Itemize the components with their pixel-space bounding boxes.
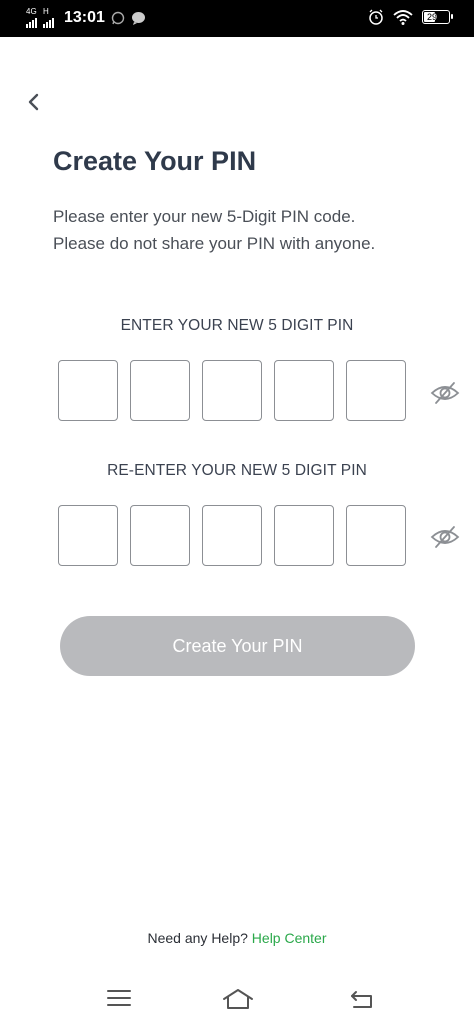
- alarm-icon: [369, 9, 383, 25]
- pin-digit-2[interactable]: [130, 360, 190, 421]
- confirm-digit-2[interactable]: [130, 505, 190, 566]
- help-prefix: Need any Help?: [147, 930, 248, 946]
- page-subtitle: Please enter your new 5-Digit PIN code. …: [53, 203, 375, 257]
- pin-confirm-row: [58, 505, 406, 566]
- confirm-digit-1[interactable]: [58, 505, 118, 566]
- help-center-link[interactable]: Help Center: [252, 930, 327, 946]
- menu-icon: [107, 990, 131, 1006]
- signal-bars-icon: [43, 16, 54, 28]
- network-h-label: H: [43, 7, 49, 16]
- chevron-left-icon: [28, 93, 39, 111]
- pin-digit-4[interactable]: [274, 360, 334, 421]
- help-footer: Need any Help? Help Center: [0, 930, 474, 946]
- pin-digit-1[interactable]: [58, 360, 118, 421]
- eye-off-icon: [430, 382, 460, 404]
- network-4g-indicator: 4G: [26, 8, 37, 28]
- confirm-digit-4[interactable]: [274, 505, 334, 566]
- signal-bars-icon: [26, 16, 37, 28]
- home-icon: [223, 989, 253, 1009]
- confirm-digit-3[interactable]: [202, 505, 262, 566]
- status-right: 29: [368, 9, 453, 25]
- page-title: Create Your PIN: [53, 146, 257, 176]
- create-pin-button[interactable]: Create Your PIN: [60, 616, 415, 676]
- pin-confirm-label: RE-ENTER YOUR NEW 5 DIGIT PIN: [107, 462, 367, 479]
- menu-nav-button[interactable]: [106, 988, 132, 1013]
- status-left: 4G H 13:01: [26, 8, 146, 28]
- pin-entry-label: ENTER YOUR NEW 5 DIGIT PIN: [120, 317, 354, 334]
- network-h-indicator: H: [43, 8, 54, 28]
- pin-digit-5[interactable]: [346, 360, 406, 421]
- home-nav-button[interactable]: [222, 988, 254, 1015]
- back-arrow-icon: [351, 991, 372, 1008]
- status-bar: 4G H 13:01 29: [0, 0, 474, 37]
- clock: 13:01: [64, 9, 105, 26]
- pin-entry-row: [58, 360, 406, 421]
- toggle-pin-visibility-button[interactable]: [430, 381, 460, 405]
- battery-level: 29: [427, 12, 438, 22]
- back-nav-button[interactable]: [349, 988, 375, 1015]
- confirm-digit-5[interactable]: [346, 505, 406, 566]
- subtitle-line-1: Please enter your new 5-Digit PIN code.: [53, 207, 356, 226]
- pin-digit-3[interactable]: [202, 360, 262, 421]
- battery-icon: 29: [422, 10, 453, 24]
- message-icon: [131, 12, 145, 25]
- toggle-confirm-visibility-button[interactable]: [430, 525, 460, 549]
- network-type-label: 4G: [26, 7, 37, 16]
- eye-off-icon: [430, 526, 460, 548]
- back-button[interactable]: [22, 88, 46, 116]
- wifi-icon: [393, 9, 413, 25]
- subtitle-line-2: Please do not share your PIN with anyone…: [53, 234, 376, 253]
- whatsapp-icon: [111, 11, 125, 25]
- system-nav-bar: [0, 980, 474, 1027]
